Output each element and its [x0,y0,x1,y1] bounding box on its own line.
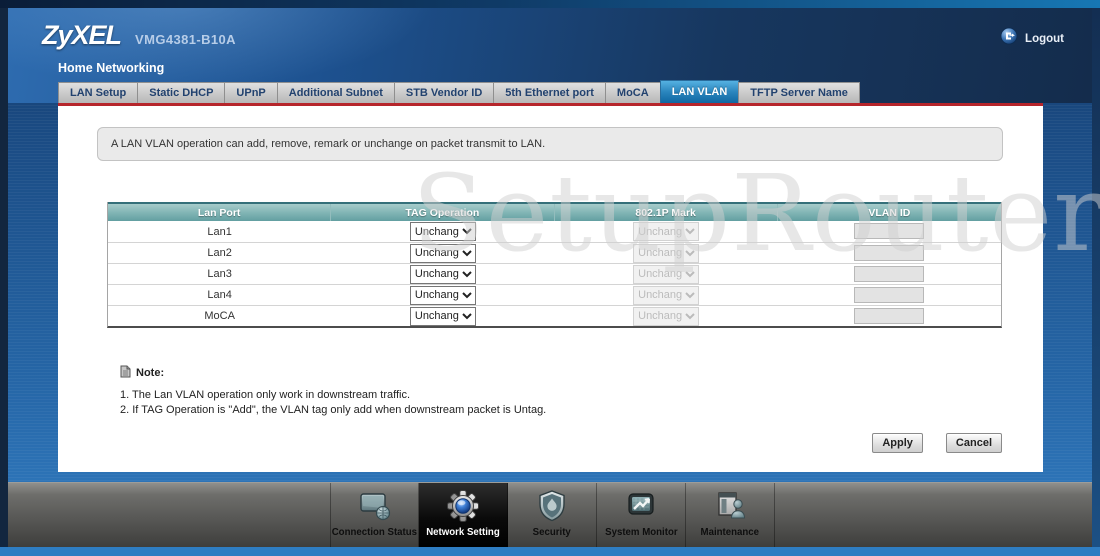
table-body: Lan1 Unchange Unchange Lan2 Unchange Unc… [108,221,1001,326]
note-title: Note: [136,367,165,379]
logout-button[interactable]: Logout [1000,27,1064,50]
8021p-mark-select-lan4: Unchange [633,285,700,305]
nav-system-monitor[interactable]: System Monitor [597,483,686,547]
table-row-moca: MoCA Unchange Unchange [108,305,1001,326]
tab-tftp-server-name[interactable]: TFTP Server Name [738,82,860,103]
bottom-navbar: Connection Status Network Setting Securi… [8,482,1092,547]
lan-port-label: Lan3 [207,268,232,280]
vlan-table: Lan Port TAG Operation 802.1P Mark VLAN … [107,202,1002,328]
accent-divider [58,103,1043,106]
nav-network-setting[interactable]: Network Setting [419,483,508,547]
nav-connection-status[interactable]: Connection Status [330,483,419,547]
col-header-8021p-mark: 802.1P Mark [555,204,778,221]
table-row-lan3: Lan3 Unchange Unchange [108,263,1001,284]
device-model: VMG4381-B10A [135,32,236,47]
tab-bar: LAN Setup Static DHCP UPnP Additional Su… [58,80,860,103]
note-header: Note: [120,365,546,381]
tab-stb-vendor-id[interactable]: STB Vendor ID [393,82,495,103]
note-section: Note: 1. The Lan VLAN operation only wor… [120,365,546,418]
8021p-mark-select-moca: Unchange [633,306,700,326]
maintenance-icon [712,488,748,524]
tag-operation-select-moca[interactable]: Unchange [409,306,476,326]
note-list: 1. The Lan VLAN operation only work in d… [120,388,546,418]
vlan-id-input-moca [854,307,925,324]
lan-port-label: Lan2 [207,247,232,259]
nav-label: Network Setting [426,526,500,538]
network-setting-icon [444,488,482,524]
col-header-tag-operation: TAG Operation [331,204,555,221]
table-row-lan1: Lan1 Unchange Unchange [108,221,1001,242]
nav-label: Maintenance [700,526,760,538]
vlan-id-input-lan4 [854,286,925,303]
logout-label: Logout [1025,32,1064,45]
nav-label: System Monitor [604,526,678,538]
tab-additional-subnet[interactable]: Additional Subnet [276,82,395,103]
vlan-id-input-lan1 [854,223,925,239]
logout-icon [1000,27,1018,50]
note-item: 2. If TAG Operation is "Add", the VLAN t… [120,404,547,416]
tag-operation-select-lan4[interactable]: Unchange [409,285,476,305]
content-panel: A LAN VLAN operation can add, remove, re… [58,103,1043,472]
nav-maintenance[interactable]: Maintenance [686,483,775,547]
router-admin-page: ZyXEL VMG4381-B10A Logout Home Networkin… [0,0,1100,556]
frame-bottom [0,547,1100,556]
system-monitor-icon [622,488,660,524]
lan-port-label: Lan1 [207,225,232,238]
tag-operation-select-lan3[interactable]: Unchange [409,264,476,284]
tab-moca[interactable]: MoCA [604,82,661,103]
8021p-mark-select-lan3: Unchange [633,264,700,284]
frame-top [0,0,1100,8]
tab-5th-ethernet-port[interactable]: 5th Ethernet port [493,82,606,103]
table-header-row: Lan Port TAG Operation 802.1P Mark VLAN … [108,202,1001,221]
frame-left [0,8,8,547]
tab-upnp[interactable]: UPnP [224,82,278,103]
col-header-lan-port: Lan Port [108,204,332,221]
description-box: A LAN VLAN operation can add, remove, re… [97,127,1003,161]
note-icon [120,365,131,381]
nav-label: Connection Status [331,526,418,538]
table-row-lan4: Lan4 Unchange Unchange [108,284,1001,305]
connection-status-icon [355,488,395,524]
vlan-id-input-lan3 [854,265,925,282]
note-item: 1. The Lan VLAN operation only work in d… [120,389,411,401]
nav-label: Security [532,526,572,538]
action-buttons: Apply Cancel [872,433,1002,453]
security-icon [535,488,569,524]
lan-port-label: MoCA [204,310,235,322]
vlan-id-input-lan2 [854,244,925,261]
brand-row: ZyXEL VMG4381-B10A [42,20,236,51]
lan-port-label: Lan4 [207,289,232,301]
apply-button[interactable]: Apply [872,433,923,453]
table-row-lan2: Lan2 Unchange Unchange [108,242,1001,263]
tag-operation-select-lan2[interactable]: Unchange [409,243,476,263]
col-header-vlan-id: VLAN ID [868,206,911,219]
page-title: Home Networking [58,61,165,75]
tag-operation-select-lan1[interactable]: Unchange [409,222,476,242]
nav-security[interactable]: Security [508,483,597,547]
frame-right [1092,8,1100,547]
zyxel-logo: ZyXEL [42,20,122,50]
header-banner: ZyXEL VMG4381-B10A Logout Home Networkin… [8,8,1092,103]
tab-lan-setup[interactable]: LAN Setup [58,82,139,103]
cancel-button[interactable]: Cancel [945,433,1002,453]
8021p-mark-select-lan2: Unchange [633,243,700,263]
tab-lan-vlan[interactable]: LAN VLAN [659,80,740,103]
8021p-mark-select-lan1: Unchange [633,222,700,242]
tab-static-dhcp[interactable]: Static DHCP [137,82,226,103]
